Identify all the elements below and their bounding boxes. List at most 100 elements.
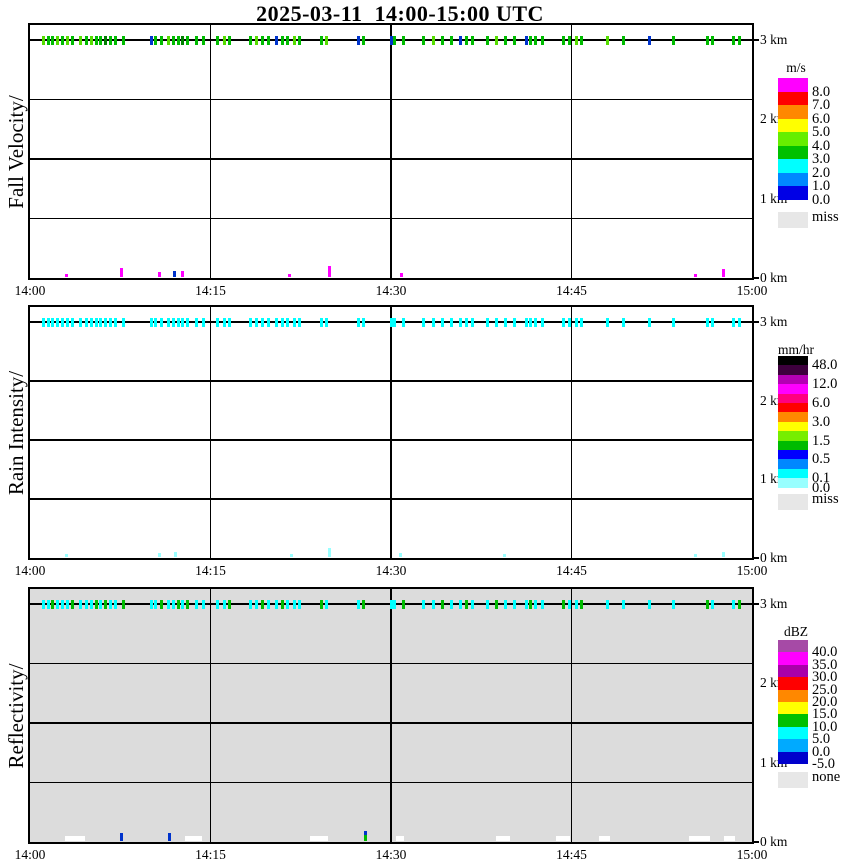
colorbar-segment	[778, 421, 808, 432]
surface-mark	[64, 554, 68, 557]
time-label: 14:45	[556, 847, 587, 862]
echo-top-mark	[171, 35, 175, 45]
surface-mark	[399, 553, 403, 557]
colorbar-tick-label: 48.0	[812, 357, 838, 374]
colorbar-segment	[778, 677, 808, 690]
echo-top-mark	[275, 317, 279, 327]
time-label: 14:15	[195, 847, 226, 862]
echo-top-mark	[150, 317, 154, 327]
echo-top-mark	[459, 35, 463, 45]
colorbar-segment	[778, 689, 808, 703]
echo-top-mark	[166, 35, 170, 45]
surface-mark	[328, 548, 332, 557]
echo-top-mark	[186, 599, 190, 609]
echo-top-mark	[223, 317, 227, 327]
echo-top-mark	[122, 317, 126, 327]
height-tick	[754, 557, 759, 559]
echo-top-mark	[606, 35, 610, 45]
echo-top-mark	[104, 599, 108, 609]
colorbar-segment	[778, 172, 808, 187]
height-tick	[754, 603, 759, 605]
echo-top-mark	[357, 599, 360, 609]
colorbar-segment	[778, 365, 808, 376]
surface-mark	[119, 833, 123, 841]
echo-top-mark	[228, 317, 232, 327]
echo-top-mark	[441, 317, 445, 327]
mrr-quicklook-figure: 2025-03-11 14:00-15:00 UTC 3 km 2 km 1 km 0…	[0, 0, 850, 868]
height-label: 3 km	[760, 314, 788, 329]
echo-top-mark	[254, 317, 258, 327]
colorbar-unit-label: mm/hr	[778, 342, 814, 357]
echo-top-mark	[579, 35, 583, 45]
colorbar-tick-label: 3.0	[812, 413, 831, 430]
echo-top-mark	[85, 599, 89, 609]
surface-mark	[400, 273, 404, 277]
echo-top-mark	[738, 599, 742, 609]
echo-top-mark	[621, 35, 625, 45]
colorbar-tick-label: 1.5	[812, 432, 831, 449]
echo-top-mark	[60, 599, 64, 609]
echo-top-mark	[166, 599, 170, 609]
echo-top-mark	[201, 317, 205, 327]
gridline-vertical	[570, 25, 573, 278]
echo-top-mark	[113, 599, 117, 609]
echo-top-mark	[216, 35, 220, 45]
echo-top-mark	[471, 317, 475, 327]
surface-mark	[158, 272, 162, 277]
colorbar-missing-swatch	[778, 772, 808, 788]
colorbar-segment	[778, 739, 808, 752]
echo-top-mark	[150, 35, 154, 45]
echo-top-mark	[60, 317, 64, 327]
echo-top-mark	[70, 599, 74, 609]
echo-top-mark	[574, 35, 578, 45]
colorbar-segment	[778, 751, 808, 765]
time-label: 15:00	[736, 847, 768, 862]
echo-top-mark	[181, 35, 185, 45]
echo-top-mark	[710, 35, 714, 45]
colorbar-segment	[778, 403, 808, 413]
colorbar-segment	[778, 374, 808, 385]
surface-mark	[328, 266, 332, 277]
echo-top-mark	[166, 317, 170, 327]
rain-intensity-axis-title: Rain Intensity/	[4, 370, 28, 495]
surface-missing-patch	[310, 836, 329, 841]
gridline-vertical	[209, 307, 212, 558]
echo-top-mark	[421, 599, 425, 609]
colorbar-tick-label: 12.0	[812, 376, 838, 393]
echo-top-mark	[159, 35, 163, 45]
colorbar-tick-label: 0.5	[812, 451, 831, 468]
echo-top-mark	[389, 317, 393, 327]
echo-top-mark	[465, 599, 469, 609]
echo-top-mark	[286, 599, 289, 609]
echo-top-mark	[293, 599, 297, 609]
surface-missing-patch	[724, 836, 736, 841]
echo-top-mark	[56, 317, 60, 327]
colorbar-segment	[778, 132, 808, 146]
surface-mark	[721, 552, 725, 557]
echo-top-mark	[159, 317, 163, 327]
colorbar-segment	[778, 145, 808, 160]
echo-top-mark	[525, 35, 529, 45]
echo-top-mark	[567, 317, 571, 327]
colorbar-segment	[778, 393, 808, 404]
echo-top-mark	[710, 317, 714, 327]
echo-top-mark	[541, 35, 545, 45]
echo-top-mark	[485, 317, 489, 327]
echo-top-mark	[65, 317, 69, 327]
echo-top-mark	[41, 317, 45, 327]
echo-top-mark	[181, 317, 185, 327]
echo-top-mark	[293, 35, 297, 45]
surface-missing-patch	[599, 836, 610, 841]
echo-top-mark	[361, 317, 365, 327]
echo-top-mark	[223, 35, 227, 45]
surface-mark	[174, 552, 178, 557]
colorbar-segment	[778, 159, 808, 173]
echo-top-mark	[281, 35, 285, 45]
echo-top-mark	[181, 599, 185, 609]
height-label: 3 km	[760, 32, 788, 47]
echo-top-mark	[275, 599, 279, 609]
surface-missing-patch	[495, 836, 511, 841]
echo-top-mark	[298, 35, 302, 45]
echo-top-mark	[533, 317, 537, 327]
echo-top-mark	[51, 599, 55, 609]
